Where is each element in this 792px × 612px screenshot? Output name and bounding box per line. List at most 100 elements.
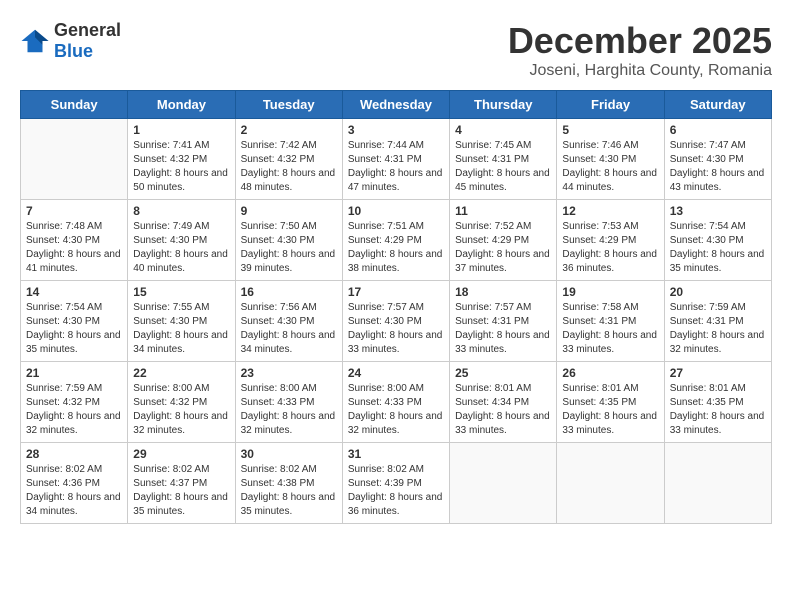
- calendar-cell: 24 Sunrise: 8:00 AMSunset: 4:33 PMDayligh…: [342, 362, 449, 443]
- logo-text: General Blue: [54, 20, 121, 62]
- weekday-header-saturday: Saturday: [664, 91, 771, 119]
- main-title: December 2025: [508, 20, 772, 62]
- calendar-cell: 19 Sunrise: 7:58 AMSunset: 4:31 PMDayligh…: [557, 281, 664, 362]
- weekday-header-thursday: Thursday: [450, 91, 557, 119]
- calendar-cell: [557, 443, 664, 524]
- week-row-5: 28 Sunrise: 8:02 AMSunset: 4:36 PMDayligh…: [21, 443, 772, 524]
- week-row-3: 14 Sunrise: 7:54 AMSunset: 4:30 PMDayligh…: [21, 281, 772, 362]
- day-info: Sunrise: 8:02 AMSunset: 4:37 PMDaylight:…: [133, 463, 229, 519]
- day-info: Sunrise: 7:59 AMSunset: 4:31 PMDaylight:…: [670, 301, 766, 357]
- day-info: Sunrise: 8:01 AMSunset: 4:34 PMDaylight:…: [455, 382, 551, 438]
- logo-general: General: [54, 20, 121, 40]
- day-number: 30: [241, 447, 337, 461]
- day-number: 23: [241, 366, 337, 380]
- calendar-cell: 20Sunrise: 7:59 AMSunset: 4:31 PMDayligh…: [664, 281, 771, 362]
- day-number: 7: [26, 204, 122, 218]
- day-info: Sunrise: 8:01 AMSunset: 4:35 PMDaylight:…: [562, 382, 658, 438]
- day-info: Sunrise: 7:53 AMSunset: 4:29 PMDaylight:…: [562, 220, 658, 276]
- day-number: 9: [241, 204, 337, 218]
- day-info: Sunrise: 8:02 AMSunset: 4:38 PMDaylight:…: [241, 463, 337, 519]
- day-info: Sunrise: 7:55 AMSunset: 4:30 PMDaylight:…: [133, 301, 229, 357]
- logo: General Blue: [20, 20, 121, 62]
- page-header: General Blue December 2025 Joseni, Hargh…: [20, 20, 772, 80]
- day-info: Sunrise: 7:48 AMSunset: 4:30 PMDaylight:…: [26, 220, 122, 276]
- week-row-2: 7 Sunrise: 7:48 AMSunset: 4:30 PMDaylight…: [21, 200, 772, 281]
- day-number: 14: [26, 285, 122, 299]
- calendar-cell: 18 Sunrise: 7:57 AMSunset: 4:31 PMDayligh…: [450, 281, 557, 362]
- calendar-cell: 3 Sunrise: 7:44 AMSunset: 4:31 PMDaylight…: [342, 119, 449, 200]
- day-number: 5: [562, 123, 658, 137]
- day-number: 8: [133, 204, 229, 218]
- day-info: Sunrise: 7:44 AMSunset: 4:31 PMDaylight:…: [348, 139, 444, 195]
- weekday-header-sunday: Sunday: [21, 91, 128, 119]
- day-number: 19: [562, 285, 658, 299]
- calendar-cell: 11 Sunrise: 7:52 AMSunset: 4:29 PMDayligh…: [450, 200, 557, 281]
- calendar-cell: [450, 443, 557, 524]
- day-info: Sunrise: 7:52 AMSunset: 4:29 PMDaylight:…: [455, 220, 551, 276]
- title-block: December 2025 Joseni, Harghita County, R…: [508, 20, 772, 80]
- day-info: Sunrise: 7:41 AMSunset: 4:32 PMDaylight:…: [133, 139, 229, 195]
- day-info: Sunrise: 7:57 AMSunset: 4:30 PMDaylight:…: [348, 301, 444, 357]
- week-row-1: 1 Sunrise: 7:41 AMSunset: 4:32 PMDaylight…: [21, 119, 772, 200]
- day-number: 3: [348, 123, 444, 137]
- day-info: Sunrise: 7:50 AMSunset: 4:30 PMDaylight:…: [241, 220, 337, 276]
- day-number: 16: [241, 285, 337, 299]
- day-info: Sunrise: 7:54 AMSunset: 4:30 PMDaylight:…: [670, 220, 766, 276]
- day-number: 10: [348, 204, 444, 218]
- day-info: Sunrise: 7:51 AMSunset: 4:29 PMDaylight:…: [348, 220, 444, 276]
- weekday-header-row: SundayMondayTuesdayWednesdayThursdayFrid…: [21, 91, 772, 119]
- calendar-cell: 9 Sunrise: 7:50 AMSunset: 4:30 PMDaylight…: [235, 200, 342, 281]
- day-info: Sunrise: 7:54 AMSunset: 4:30 PMDaylight:…: [26, 301, 122, 357]
- day-number: 29: [133, 447, 229, 461]
- day-number: 6: [670, 123, 766, 137]
- day-number: 25: [455, 366, 551, 380]
- weekday-header-friday: Friday: [557, 91, 664, 119]
- subtitle: Joseni, Harghita County, Romania: [508, 62, 772, 80]
- calendar-cell: 8 Sunrise: 7:49 AMSunset: 4:30 PMDaylight…: [128, 200, 235, 281]
- calendar-cell: 31 Sunrise: 8:02 AMSunset: 4:39 PMDayligh…: [342, 443, 449, 524]
- weekday-header-monday: Monday: [128, 91, 235, 119]
- calendar-cell: 5Sunrise: 7:46 AMSunset: 4:30 PMDaylight…: [557, 119, 664, 200]
- logo-icon: [20, 26, 50, 56]
- day-number: 11: [455, 204, 551, 218]
- day-info: Sunrise: 7:42 AMSunset: 4:32 PMDaylight:…: [241, 139, 337, 195]
- weekday-header-wednesday: Wednesday: [342, 91, 449, 119]
- calendar-cell: 27Sunrise: 8:01 AMSunset: 4:35 PMDayligh…: [664, 362, 771, 443]
- calendar-cell: 23Sunrise: 8:00 AMSunset: 4:33 PMDayligh…: [235, 362, 342, 443]
- calendar-cell: 1 Sunrise: 7:41 AMSunset: 4:32 PMDaylight…: [128, 119, 235, 200]
- day-number: 28: [26, 447, 122, 461]
- day-number: 1: [133, 123, 229, 137]
- calendar-cell: 25 Sunrise: 8:01 AMSunset: 4:34 PMDayligh…: [450, 362, 557, 443]
- day-number: 24: [348, 366, 444, 380]
- day-number: 26: [562, 366, 658, 380]
- day-info: Sunrise: 8:00 AMSunset: 4:32 PMDaylight:…: [133, 382, 229, 438]
- day-info: Sunrise: 8:02 AMSunset: 4:36 PMDaylight:…: [26, 463, 122, 519]
- weekday-header-tuesday: Tuesday: [235, 91, 342, 119]
- calendar-cell: 13 Sunrise: 7:54 AMSunset: 4:30 PMDayligh…: [664, 200, 771, 281]
- day-info: Sunrise: 7:58 AMSunset: 4:31 PMDaylight:…: [562, 301, 658, 357]
- calendar-cell: 21Sunrise: 7:59 AMSunset: 4:32 PMDayligh…: [21, 362, 128, 443]
- day-info: Sunrise: 8:02 AMSunset: 4:39 PMDaylight:…: [348, 463, 444, 519]
- calendar-cell: [21, 119, 128, 200]
- day-number: 15: [133, 285, 229, 299]
- day-number: 18: [455, 285, 551, 299]
- calendar-cell: 14 Sunrise: 7:54 AMSunset: 4:30 PMDayligh…: [21, 281, 128, 362]
- day-info: Sunrise: 8:00 AMSunset: 4:33 PMDaylight:…: [348, 382, 444, 438]
- calendar-cell: 30 Sunrise: 8:02 AMSunset: 4:38 PMDayligh…: [235, 443, 342, 524]
- calendar-cell: 2Sunrise: 7:42 AMSunset: 4:32 PMDaylight…: [235, 119, 342, 200]
- day-number: 4: [455, 123, 551, 137]
- day-number: 31: [348, 447, 444, 461]
- calendar-cell: 7 Sunrise: 7:48 AMSunset: 4:30 PMDaylight…: [21, 200, 128, 281]
- day-info: Sunrise: 8:01 AMSunset: 4:35 PMDaylight:…: [670, 382, 766, 438]
- calendar-cell: 4Sunrise: 7:45 AMSunset: 4:31 PMDaylight…: [450, 119, 557, 200]
- day-info: Sunrise: 7:57 AMSunset: 4:31 PMDaylight:…: [455, 301, 551, 357]
- calendar-cell: [664, 443, 771, 524]
- calendar-cell: 15 Sunrise: 7:55 AMSunset: 4:30 PMDayligh…: [128, 281, 235, 362]
- day-info: Sunrise: 7:49 AMSunset: 4:30 PMDaylight:…: [133, 220, 229, 276]
- calendar-cell: 10 Sunrise: 7:51 AMSunset: 4:29 PMDayligh…: [342, 200, 449, 281]
- calendar-cell: 29 Sunrise: 8:02 AMSunset: 4:37 PMDayligh…: [128, 443, 235, 524]
- calendar-table: SundayMondayTuesdayWednesdayThursdayFrid…: [20, 90, 772, 524]
- day-number: 12: [562, 204, 658, 218]
- day-number: 13: [670, 204, 766, 218]
- calendar-cell: 28 Sunrise: 8:02 AMSunset: 4:36 PMDayligh…: [21, 443, 128, 524]
